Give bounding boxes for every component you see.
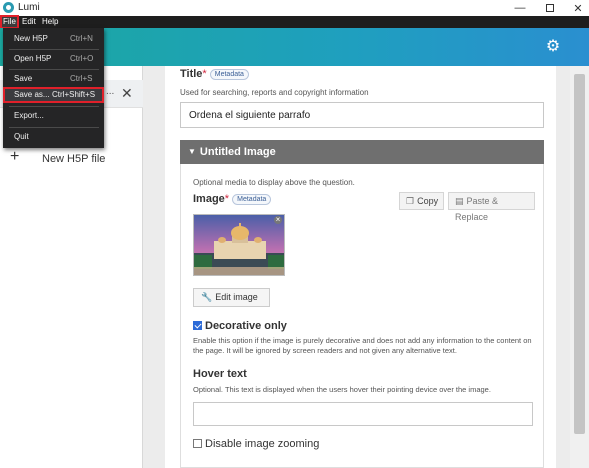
menu-bar: File Edit Help — [0, 15, 589, 29]
menu-item-save[interactable]: Save Ctrl+S — [3, 71, 104, 87]
menu-separator — [9, 127, 99, 128]
title-description: Used for searching, reports and copyrigh… — [180, 88, 369, 97]
edit-image-label: Edit image — [215, 292, 258, 302]
group-title: Untitled Image — [199, 146, 276, 158]
menu-item-new-h5p[interactable]: New H5P Ctrl+N — [3, 31, 104, 47]
required-mark: * — [202, 68, 207, 80]
file-menu-dropdown: New H5P Ctrl+N Open H5P Ctrl+O Save Ctrl… — [3, 28, 104, 148]
wrench-icon: 🔧 — [201, 292, 213, 302]
disable-zoom-checkbox[interactable] — [193, 439, 202, 448]
menu-item-save-as[interactable]: Save as... Ctrl+Shift+S — [3, 87, 104, 103]
menu-item-quit[interactable]: Quit — [3, 129, 104, 145]
vertical-scrollbar[interactable] — [570, 66, 589, 468]
disable-zoom-option[interactable]: Disable image zooming — [193, 438, 319, 450]
image-required-mark: * — [224, 193, 230, 205]
disable-zoom-label: Disable image zooming — [205, 438, 320, 450]
scrollbar-thumb[interactable] — [574, 74, 585, 434]
decorative-only-option[interactable]: Decorative only — [193, 320, 287, 332]
untitled-image-group-header[interactable]: ▼ Untitled Image — [180, 140, 544, 164]
new-h5p-file-button[interactable]: + New H5P file — [10, 148, 130, 166]
palace-photo — [194, 215, 284, 275]
title-metadata-button[interactable]: Metadata — [209, 68, 249, 80]
window-title: Lumi — [18, 2, 40, 13]
menu-edit[interactable]: Edit — [20, 16, 38, 28]
menu-separator — [9, 69, 99, 70]
close-file-icon[interactable]: ✕ — [121, 86, 133, 100]
gear-icon[interactable]: ⚙ — [545, 39, 561, 55]
edit-image-button[interactable]: 🔧 Edit image — [193, 288, 270, 307]
caret-down-icon: ▼ — [188, 147, 196, 156]
decorative-only-label: Decorative only — [205, 320, 287, 332]
image-label: Image — [193, 193, 225, 205]
editor-form: Title* Metadata Used for searching, repo… — [165, 66, 556, 468]
hover-text-description: Optional. This text is displayed when th… — [193, 385, 491, 394]
title-input[interactable]: Ordena el siguiente parrafo — [180, 102, 544, 128]
decorative-description: Enable this option if the image is purel… — [193, 336, 532, 355]
copy-icon: ❐ — [406, 196, 415, 206]
menu-separator — [9, 106, 99, 107]
title-field-label: Title* Metadata — [180, 68, 249, 80]
title-bar: Lumi — ✕ — [0, 0, 589, 16]
menu-item-export[interactable]: Export... — [3, 108, 104, 124]
hover-text-label: Hover text — [193, 368, 247, 380]
new-h5p-file-label: New H5P file — [42, 153, 106, 165]
paste-replace-button[interactable]: ▤ Paste & Replace — [448, 192, 535, 222]
close-window-button[interactable]: ✕ — [563, 0, 589, 16]
maximize-icon — [546, 4, 554, 12]
remove-image-icon[interactable]: × — [274, 216, 282, 224]
more-options-icon[interactable]: ... — [106, 86, 114, 97]
hover-text-input[interactable] — [193, 402, 533, 426]
lumi-logo-icon — [3, 2, 14, 13]
decorative-only-checkbox[interactable] — [193, 321, 202, 330]
image-metadata-button[interactable]: Metadata — [232, 193, 272, 205]
plus-icon: + — [10, 148, 20, 165]
copy-button[interactable]: ❐ Copy — [399, 192, 444, 210]
menu-separator — [9, 49, 99, 50]
image-field-label: Image* Metadata — [193, 193, 272, 205]
paste-icon: ▤ — [455, 196, 464, 206]
menu-file[interactable]: File — [0, 15, 19, 29]
editor-area: Title* Metadata Used for searching, repo… — [143, 66, 570, 468]
copy-label: Copy — [417, 196, 439, 206]
maximize-button[interactable] — [535, 0, 565, 16]
title-label: Title — [180, 68, 203, 80]
minimize-button[interactable]: — — [505, 0, 535, 16]
image-group-body: Optional media to display above the ques… — [180, 164, 544, 468]
menu-item-open-h5p[interactable]: Open H5P Ctrl+O — [3, 51, 104, 67]
image-thumbnail[interactable]: × — [193, 214, 285, 276]
menu-help[interactable]: Help — [40, 16, 60, 28]
media-description: Optional media to display above the ques… — [193, 178, 355, 187]
